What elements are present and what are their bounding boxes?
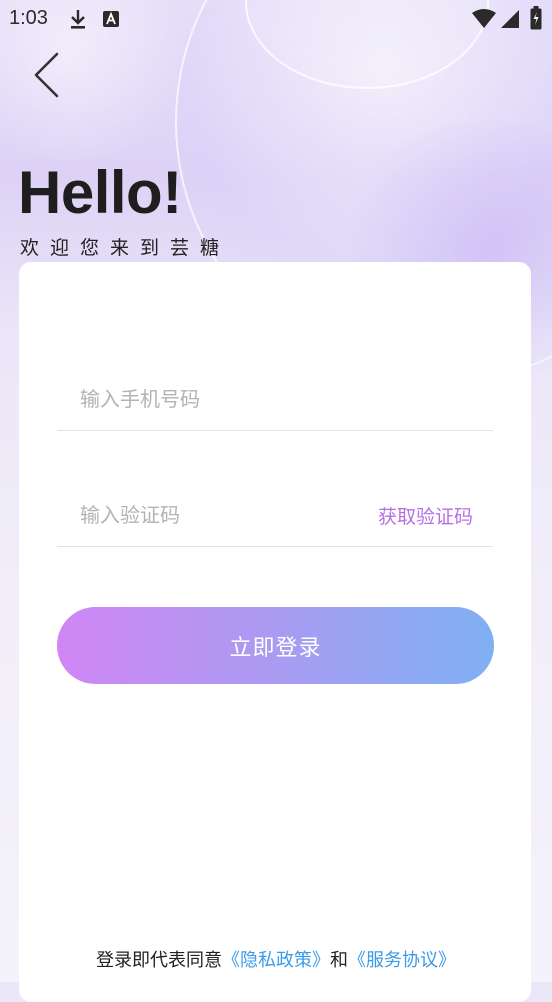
service-agreement-link[interactable]: 《服务协议》 [348, 950, 456, 971]
battery-icon [530, 6, 542, 35]
verification-code-input[interactable] [80, 498, 360, 532]
login-button[interactable]: 立即登录 [57, 607, 494, 684]
get-code-button[interactable]: 获取验证码 [378, 502, 473, 529]
login-button-label: 立即登录 [229, 635, 322, 661]
signal-icon [500, 9, 520, 34]
status-time: 1:03 [9, 7, 48, 29]
page-title: Hello! [18, 159, 182, 226]
agreement-conjunction: 和 [330, 950, 348, 971]
status-bar: 1:03 [0, 0, 552, 38]
chevron-left-icon [31, 51, 61, 103]
agreement-text: 登录即代表同意《隐私政策》和《服务协议》 [0, 946, 552, 972]
phone-field [57, 368, 493, 431]
a-notification-icon [102, 10, 120, 33]
wifi-icon [472, 9, 496, 34]
agreement-prefix: 登录即代表同意 [96, 950, 222, 971]
download-icon [68, 8, 88, 35]
phone-input[interactable] [80, 382, 360, 416]
code-field: 获取验证码 [57, 484, 493, 547]
welcome-subtitle: 欢迎您来到芸糖 [20, 237, 231, 259]
back-button[interactable] [24, 52, 68, 102]
privacy-policy-link[interactable]: 《隐私政策》 [222, 950, 330, 971]
